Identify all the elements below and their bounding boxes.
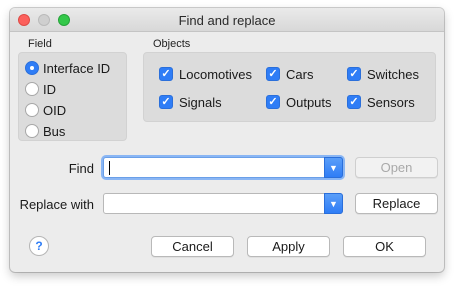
ok-button[interactable]: OK: [343, 236, 426, 257]
radio-label: Interface ID: [43, 60, 111, 76]
radio-oid[interactable]: OID: [25, 101, 66, 119]
radio-interface-id[interactable]: Interface ID: [25, 59, 110, 77]
apply-button[interactable]: Apply: [247, 236, 330, 257]
radio-label: Bus: [43, 123, 66, 139]
objects-group-label: Objects: [153, 38, 191, 50]
open-button[interactable]: Open: [355, 157, 438, 178]
replace-label: Replace with: [19, 197, 94, 212]
find-combo[interactable]: ▼: [103, 157, 343, 178]
radio-button[interactable]: [25, 61, 39, 75]
checkbox-label: Outputs: [286, 94, 332, 110]
radio-button[interactable]: [25, 103, 39, 117]
radio-button[interactable]: [25, 124, 39, 138]
checkbox-label: Sensors: [367, 94, 415, 110]
find-replace-dialog: Find and replace Field Interface ID ID O…: [10, 8, 444, 272]
text-caret: [109, 161, 110, 175]
checkmark-icon[interactable]: ✓: [266, 67, 280, 81]
checkbox-label: Locomotives: [179, 66, 252, 82]
checkbox-sensors[interactable]: ✓ Sensors: [347, 93, 415, 111]
radio-label: ID: [43, 81, 56, 97]
checkmark-icon[interactable]: ✓: [159, 95, 173, 109]
chevron-down-icon: ▼: [329, 198, 338, 209]
window-title: Find and replace: [178, 13, 276, 28]
field-group-label: Field: [28, 38, 52, 50]
radio-id[interactable]: ID: [25, 80, 56, 98]
replace-dropdown-button[interactable]: ▼: [324, 193, 343, 214]
radio-button[interactable]: [25, 82, 39, 96]
chevron-down-icon: ▼: [329, 162, 338, 173]
checkmark-icon[interactable]: ✓: [347, 95, 361, 109]
cancel-button[interactable]: Cancel: [151, 236, 234, 257]
checkbox-label: Signals: [179, 94, 222, 110]
checkbox-outputs[interactable]: ✓ Outputs: [266, 93, 332, 111]
find-input[interactable]: [106, 159, 318, 176]
find-label: Find: [68, 161, 94, 176]
replace-combo[interactable]: ▼: [103, 193, 343, 214]
checkmark-icon[interactable]: ✓: [159, 67, 173, 81]
find-dropdown-button[interactable]: ▼: [324, 157, 343, 178]
checkbox-label: Cars: [286, 66, 314, 82]
help-icon[interactable]: ?: [29, 236, 49, 256]
field-group: Interface ID ID OID Bus: [18, 52, 127, 141]
checkmark-icon[interactable]: ✓: [347, 67, 361, 81]
checkbox-cars[interactable]: ✓ Cars: [266, 65, 313, 83]
radio-label: OID: [43, 102, 67, 118]
checkbox-locomotives[interactable]: ✓ Locomotives: [159, 65, 252, 83]
objects-group: ✓ Locomotives ✓ Cars ✓ Switches ✓ Signal…: [143, 52, 436, 122]
checkmark-icon[interactable]: ✓: [266, 95, 280, 109]
checkbox-label: Switches: [367, 66, 420, 82]
replace-button[interactable]: Replace: [355, 193, 438, 214]
radio-bus[interactable]: Bus: [25, 122, 65, 140]
title-bar: Find and replace: [10, 8, 444, 32]
replace-input[interactable]: [106, 195, 318, 212]
checkbox-switches[interactable]: ✓ Switches: [347, 65, 419, 83]
checkbox-signals[interactable]: ✓ Signals: [159, 93, 222, 111]
